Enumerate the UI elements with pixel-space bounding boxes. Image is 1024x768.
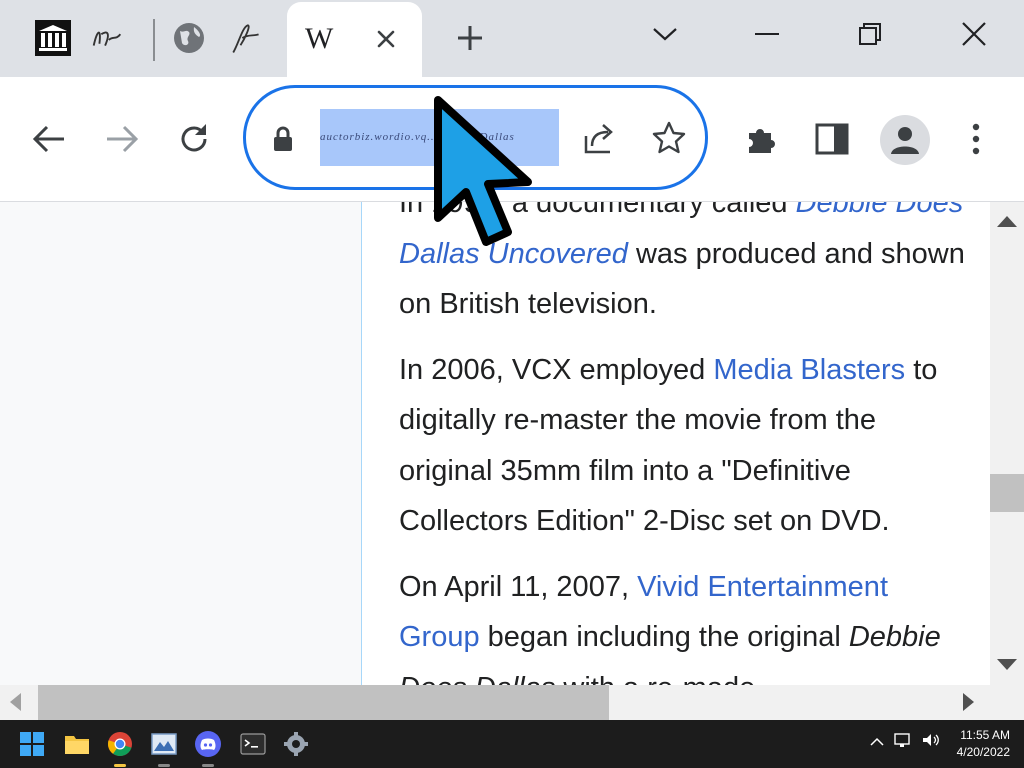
taskbar: 11:55 AM 4/20/2022 [0, 720, 1024, 768]
museum-icon [35, 20, 71, 56]
vertical-scroll-thumb[interactable] [990, 474, 1024, 512]
volume-icon[interactable] [922, 732, 940, 753]
running-indicator [202, 764, 214, 767]
tab-globe[interactable] [170, 18, 208, 58]
puzzle-icon [749, 129, 775, 153]
photo-viewer-icon [151, 733, 177, 755]
tab-script-1[interactable] [88, 18, 126, 58]
mouse-pointer-icon [434, 96, 532, 246]
profile-button[interactable] [880, 115, 930, 165]
folder-icon [65, 736, 89, 754]
close-icon [377, 30, 395, 48]
left-margin-panel [0, 202, 362, 685]
tab-close-button[interactable] [371, 24, 401, 54]
clock-date: 4/20/2022 [956, 745, 1010, 759]
page-viewport: In 1995, a documentary called Debbie Doe… [0, 202, 990, 685]
minimize-icon [755, 33, 779, 35]
arrow-left-icon [32, 125, 64, 153]
wikipedia-logo-icon: W [305, 22, 334, 55]
photos-taskbar-button[interactable] [148, 728, 180, 767]
restore-button[interactable] [850, 14, 890, 54]
paragraph: In 2006, VCX employed Media Blasters to … [399, 345, 969, 547]
avatar-icon [891, 127, 919, 154]
system-tray [870, 732, 940, 753]
side-panel-icon [815, 123, 849, 155]
clock-time: 11:55 AM [960, 728, 1010, 742]
tab-separator [153, 19, 155, 61]
new-tab-button[interactable] [452, 20, 488, 56]
tab-strip: W [0, 0, 1024, 77]
settings-taskbar-button[interactable] [280, 728, 312, 760]
article-body: In 1995, a documentary called Debbie Doe… [399, 202, 969, 685]
more-vert-icon [972, 123, 980, 155]
reload-button[interactable] [172, 117, 216, 161]
link-media-blasters[interactable]: Media Blasters [713, 354, 905, 386]
terminal-icon [240, 733, 266, 755]
scroll-right-icon[interactable] [963, 693, 974, 711]
vertical-scrollbar[interactable] [990, 202, 1024, 685]
tab-script-2[interactable] [226, 18, 264, 58]
running-indicator [158, 764, 170, 767]
extensions-button[interactable] [739, 117, 783, 161]
scroll-up-icon[interactable] [997, 216, 1017, 227]
chevron-up-icon[interactable] [870, 734, 884, 752]
scroll-left-icon[interactable] [10, 693, 21, 711]
paragraph: On April 11, 2007, Vivid Entertainment G… [399, 562, 969, 686]
network-icon[interactable] [894, 732, 912, 753]
active-indicator [114, 764, 126, 767]
menu-button[interactable] [954, 117, 998, 161]
lock-icon[interactable] [272, 126, 294, 157]
text: , a documentary called [495, 202, 796, 219]
close-window-button[interactable] [954, 14, 994, 54]
chrome-taskbar-button[interactable] [104, 728, 136, 767]
close-icon [962, 22, 986, 46]
side-panel-button[interactable] [810, 117, 854, 161]
terminal-taskbar-button[interactable] [237, 728, 269, 760]
discord-taskbar-button[interactable] [192, 728, 224, 767]
scroll-down-icon[interactable] [997, 659, 1017, 670]
clock[interactable]: 11:55 AM 4/20/2022 [957, 727, 1010, 761]
text: On April 11, 2007, [399, 570, 638, 603]
chrome-icon [107, 732, 132, 757]
script-favicon-icon [232, 24, 259, 53]
text: In [399, 202, 432, 219]
gear-icon [284, 732, 308, 756]
plus-icon [458, 26, 482, 50]
arrow-right-icon [107, 125, 139, 153]
horizontal-scroll-thumb[interactable] [38, 685, 609, 720]
share-icon[interactable] [580, 120, 618, 163]
file-explorer-button[interactable] [61, 728, 93, 760]
tab-museum[interactable] [34, 18, 72, 58]
text: In 2006, VCX employed [399, 353, 714, 386]
star-icon[interactable] [651, 120, 687, 161]
chevron-down-icon [653, 28, 677, 41]
reload-icon [181, 124, 207, 152]
script-favicon-icon [92, 31, 122, 46]
globe-icon [174, 23, 204, 53]
windows-icon [20, 732, 44, 756]
forward-button[interactable] [100, 117, 144, 161]
restore-icon [859, 23, 881, 45]
minimize-button[interactable] [747, 14, 787, 54]
discord-icon [195, 731, 221, 757]
text: with a re-made [555, 672, 755, 686]
tab-wikipedia-active[interactable]: W [287, 2, 422, 77]
tab-search-button[interactable] [645, 14, 685, 54]
back-button[interactable] [27, 117, 71, 161]
horizontal-scrollbar[interactable] [0, 685, 1024, 720]
start-button[interactable] [16, 728, 48, 760]
text: began including the original [479, 621, 849, 653]
